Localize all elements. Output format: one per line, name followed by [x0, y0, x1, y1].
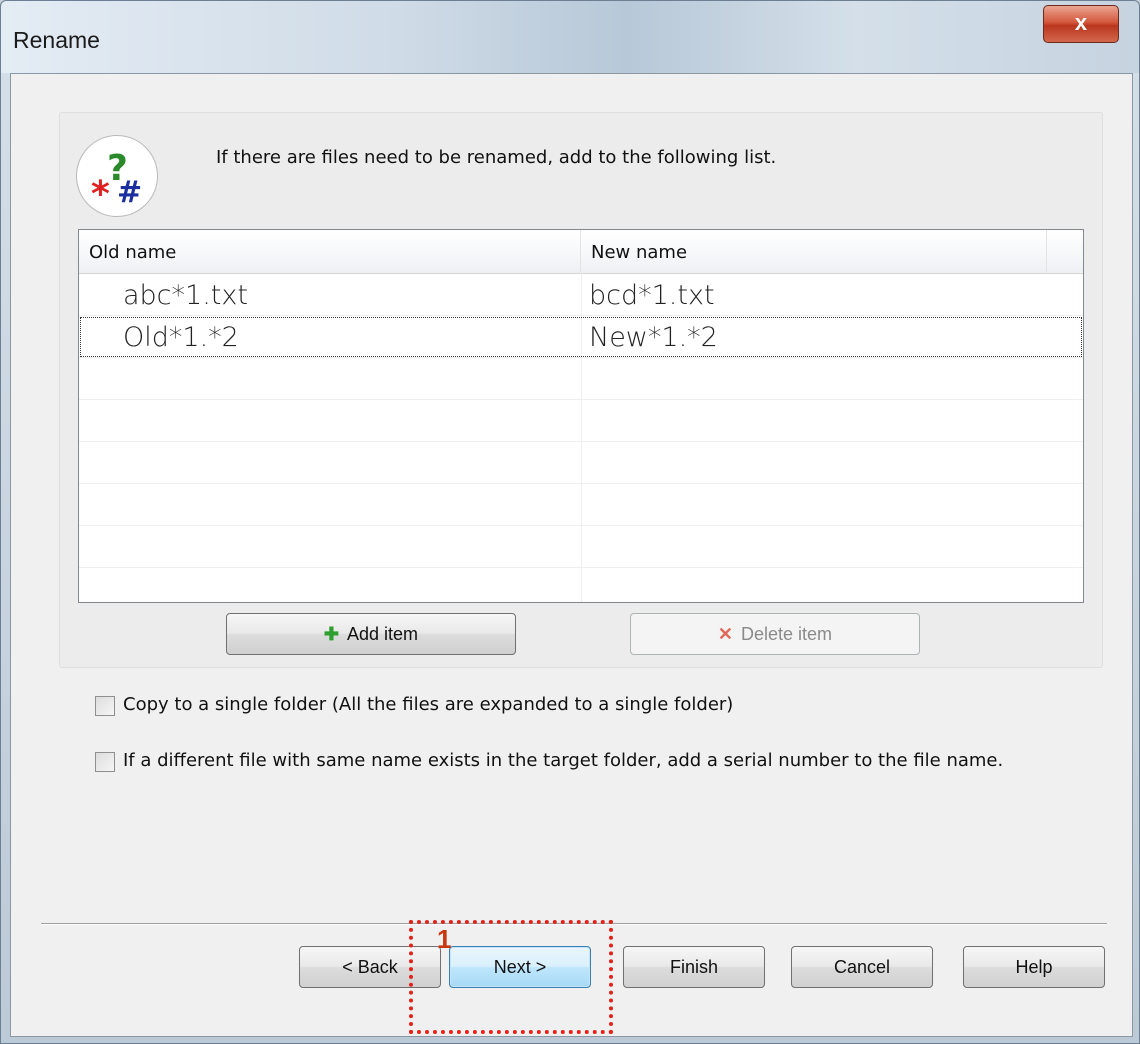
cross-icon: ✕: [717, 624, 734, 644]
rename-dialog: Rename x ? * # If there are files need t…: [0, 0, 1140, 1044]
serial-number-label: If a different file with same name exist…: [123, 750, 1004, 771]
rename-list-panel: ? * # If there are files need to be rena…: [59, 112, 1103, 668]
new-name-cell: bcd*1.txt: [589, 280, 715, 311]
delete-item-button[interactable]: ✕ Delete item: [630, 613, 920, 655]
cancel-button[interactable]: Cancel: [791, 946, 933, 988]
new-name-cell: New*1.*2: [589, 322, 718, 353]
dialog-body: ? * # If there are files need to be rena…: [10, 73, 1133, 1037]
add-item-button[interactable]: ✚ Add item: [226, 613, 516, 655]
list-row-empty: [79, 526, 1083, 568]
old-name-cell: abc*1.txt: [123, 280, 248, 311]
copy-single-folder-checkbox[interactable]: [95, 696, 115, 716]
rename-logo-icon: ? * #: [76, 135, 158, 217]
close-button[interactable]: x: [1043, 5, 1119, 43]
old-name-cell: Old*1.*2: [123, 322, 239, 353]
instruction-text: If there are files need to be renamed, a…: [216, 147, 777, 168]
column-header-old-name[interactable]: Old name: [79, 230, 581, 274]
delete-item-label: Delete item: [741, 624, 833, 644]
list-row[interactable]: abc*1.txt bcd*1.txt: [79, 274, 1083, 316]
svg-text:#: #: [117, 175, 142, 210]
title-bar[interactable]: Rename x: [1, 1, 1139, 73]
copy-single-folder-label: Copy to a single folder (All the files a…: [123, 694, 734, 715]
list-row-empty: [79, 442, 1083, 484]
help-button[interactable]: Help: [963, 946, 1105, 988]
annotation-step-number: 1: [437, 924, 452, 954]
add-item-label: Add item: [347, 624, 419, 644]
column-header-new-name[interactable]: New name: [581, 230, 1047, 274]
finish-button[interactable]: Finish: [623, 946, 765, 988]
serial-number-checkbox[interactable]: [95, 752, 115, 772]
rename-list[interactable]: Old name New name abc*1.txt bcd*1.txt Ol…: [78, 229, 1084, 603]
svg-text:*: *: [91, 174, 110, 215]
list-row-empty: [79, 358, 1083, 400]
window-title: Rename: [13, 27, 100, 53]
list-row-selected[interactable]: Old*1.*2 New*1.*2: [79, 316, 1083, 358]
list-row-empty: [79, 484, 1083, 526]
plus-icon: ✚: [323, 624, 340, 644]
list-row-empty: [79, 400, 1083, 442]
list-header: Old name New name: [79, 230, 1083, 274]
